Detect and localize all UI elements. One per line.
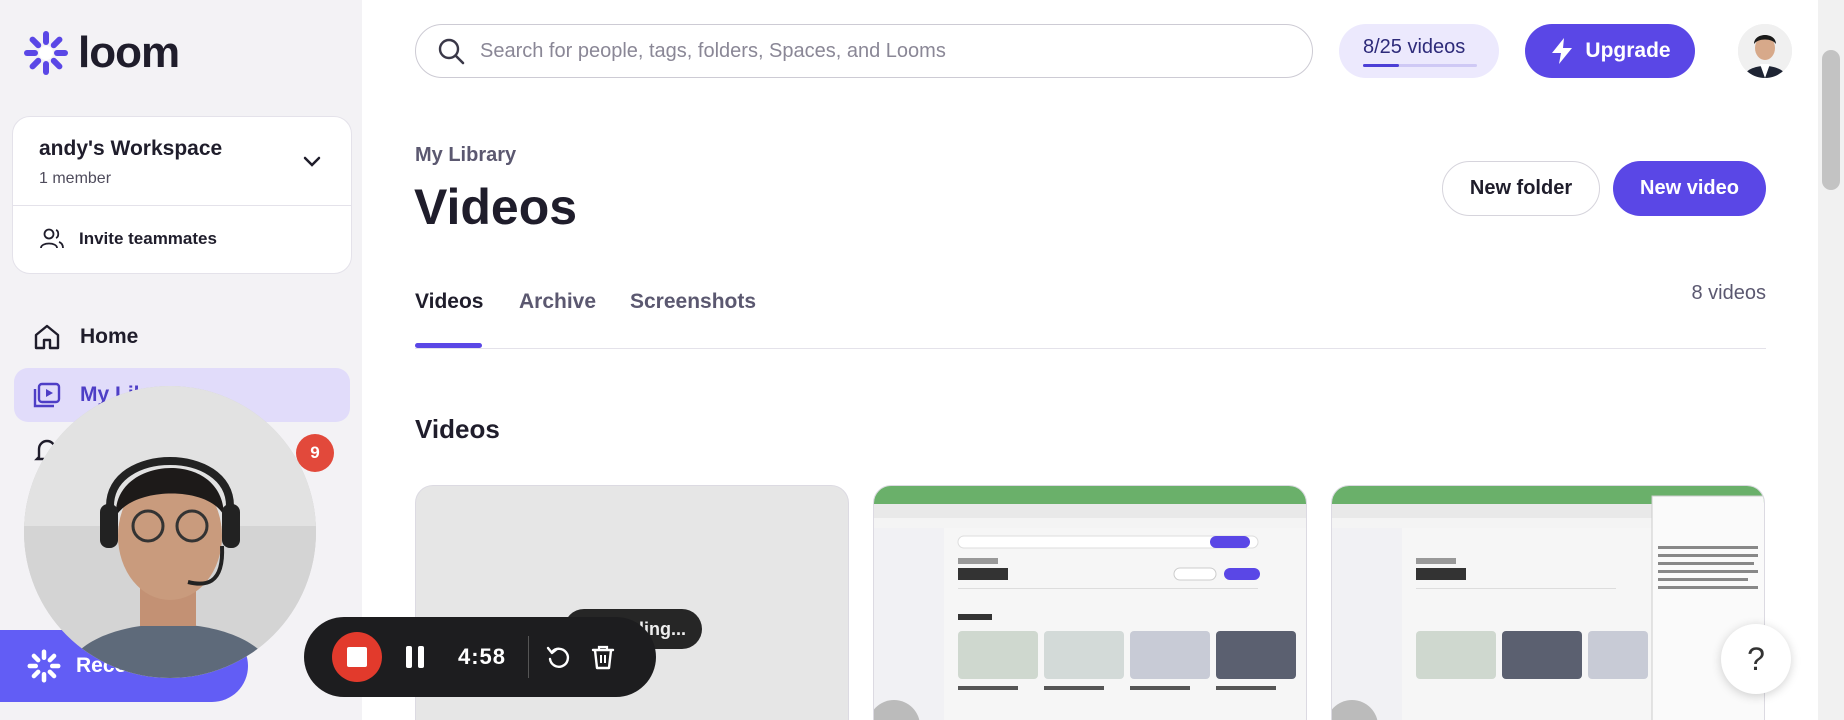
quota-progress-fill bbox=[1363, 64, 1400, 67]
pause-icon bbox=[418, 646, 424, 668]
invite-teammates-button[interactable]: Invite teammates bbox=[39, 227, 217, 251]
user-avatar[interactable] bbox=[1738, 24, 1792, 78]
breadcrumb[interactable]: My Library bbox=[415, 144, 516, 167]
divider bbox=[415, 348, 1766, 349]
workspace-card: andy's Workspace 1 member Invite teammat… bbox=[12, 116, 352, 274]
video-quota-indicator[interactable]: 8/25 videos bbox=[1339, 24, 1499, 78]
upgrade-label: Upgrade bbox=[1585, 39, 1671, 62]
stop-recording-button[interactable] bbox=[332, 632, 382, 682]
loom-logo[interactable]: loom bbox=[22, 28, 180, 78]
video-card[interactable] bbox=[873, 485, 1307, 720]
video-thumbnail bbox=[874, 486, 1306, 720]
quota-progress-track bbox=[1363, 64, 1477, 67]
tab-archive[interactable]: Archive bbox=[519, 290, 596, 314]
quota-text: 8/25 videos bbox=[1363, 36, 1466, 58]
tab-screenshots[interactable]: Screenshots bbox=[630, 290, 756, 314]
upgrade-button[interactable]: Upgrade bbox=[1525, 24, 1695, 78]
avatar-image bbox=[1738, 24, 1792, 78]
loom-app: loom andy's Workspace 1 member Invite te… bbox=[0, 0, 1844, 720]
library-icon bbox=[33, 382, 61, 408]
section-title: Videos bbox=[415, 414, 500, 444]
workspace-members: 1 member bbox=[39, 170, 112, 187]
recording-controls: 4:58 bbox=[304, 617, 656, 697]
invite-label: Invite teammates bbox=[79, 229, 217, 248]
divider bbox=[13, 205, 351, 206]
sidebar-item-label: Home bbox=[80, 325, 139, 348]
add-people-icon bbox=[40, 228, 64, 249]
new-folder-button[interactable]: New folder bbox=[1442, 161, 1600, 216]
notification-badge: 9 bbox=[296, 434, 334, 472]
video-thumbnail bbox=[1332, 486, 1764, 720]
chevron-down-icon[interactable] bbox=[301, 151, 323, 173]
new-video-button[interactable]: New video bbox=[1613, 161, 1766, 216]
webcam-feed bbox=[24, 386, 316, 678]
page-title: Videos bbox=[414, 179, 578, 235]
stop-icon bbox=[347, 647, 367, 667]
home-icon bbox=[34, 324, 60, 350]
loom-logo-icon bbox=[24, 31, 68, 75]
logo-text: loom bbox=[78, 28, 180, 77]
help-button[interactable]: ? bbox=[1721, 624, 1791, 694]
pause-icon bbox=[406, 646, 412, 668]
loom-logo-icon bbox=[27, 649, 61, 683]
divider bbox=[528, 636, 530, 678]
restart-icon[interactable] bbox=[545, 643, 573, 671]
scrollbar-thumb[interactable] bbox=[1822, 50, 1840, 190]
tab-videos[interactable]: Videos bbox=[415, 290, 483, 314]
trash-icon[interactable] bbox=[589, 643, 617, 671]
search-placeholder: Search for people, tags, folders, Spaces… bbox=[480, 39, 946, 62]
search-input[interactable]: Search for people, tags, folders, Spaces… bbox=[415, 24, 1313, 78]
pause-button[interactable] bbox=[406, 646, 424, 668]
video-count: 8 videos bbox=[1691, 282, 1767, 304]
search-icon bbox=[438, 38, 465, 65]
workspace-name[interactable]: andy's Workspace bbox=[39, 137, 222, 161]
webcam-bubble[interactable] bbox=[24, 386, 316, 678]
video-card[interactable] bbox=[1331, 485, 1765, 720]
recording-timer: 4:58 bbox=[458, 644, 507, 669]
sidebar-item-home[interactable]: Home bbox=[14, 310, 350, 364]
lightning-icon bbox=[1552, 38, 1573, 64]
